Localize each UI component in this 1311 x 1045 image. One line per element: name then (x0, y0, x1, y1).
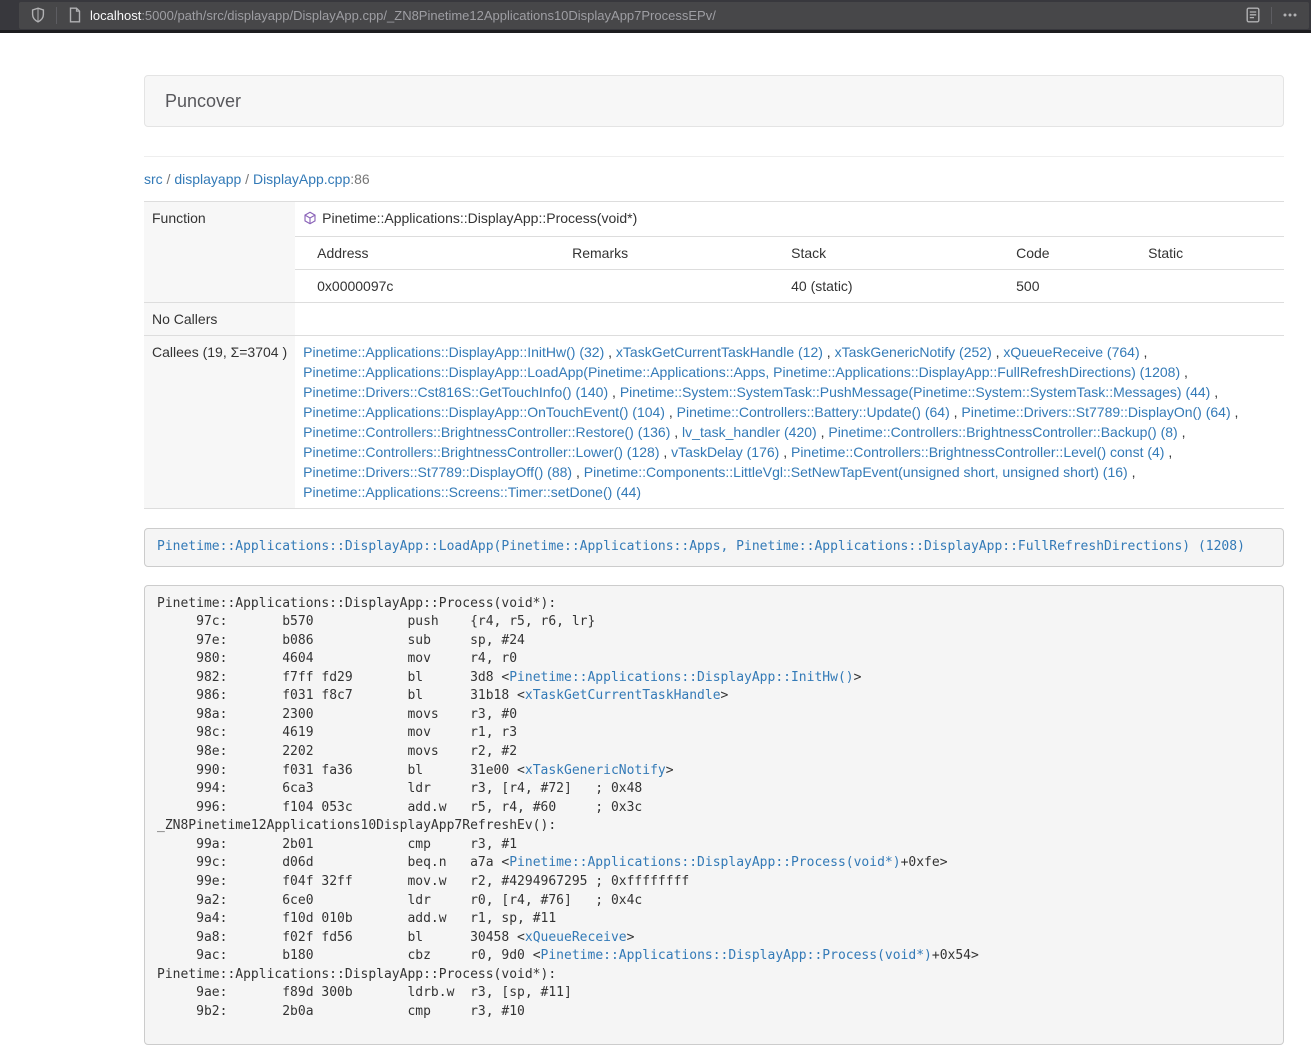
callers-cell (295, 303, 1284, 336)
column-header-address: Address (295, 237, 550, 270)
symbol-table: Function Pinetime::Applications::Display… (144, 201, 1284, 509)
url-host: localhost (90, 8, 141, 23)
callees-label: Callees (19, Σ=3704 ) (144, 336, 295, 509)
function-name: Pinetime::Applications::DisplayApp::Proc… (322, 210, 637, 226)
callee-link[interactable]: Pinetime::Controllers::Battery::Update()… (677, 404, 950, 420)
assembly-code: Pinetime::Applications::DisplayApp::Proc… (144, 585, 1284, 1045)
callee-link[interactable]: Pinetime::Drivers::St7789::DisplayOn() (… (961, 404, 1230, 420)
page-content: Puncover src / displayapp / DisplayApp.c… (144, 75, 1284, 1045)
static-value (1126, 270, 1284, 303)
callee-link[interactable]: vTaskDelay (176) (671, 444, 779, 460)
column-header-static: Static (1126, 237, 1284, 270)
symbol-link[interactable]: xQueueReceive (525, 930, 627, 945)
callee-link[interactable]: Pinetime::Drivers::St7789::DisplayOff() … (303, 464, 572, 480)
function-row: Function Pinetime::Applications::Display… (144, 202, 1284, 237)
browser-toolbar: localhost:5000/path/src/displayapp/Displ… (0, 0, 1311, 33)
highlighted-callee-box: Pinetime::Applications::DisplayApp::Load… (144, 528, 1284, 567)
symbol-link[interactable]: Pinetime::Applications::DisplayApp::Proc… (509, 855, 900, 870)
callee-link[interactable]: Pinetime::Controllers::BrightnessControl… (828, 424, 1177, 440)
callee-link[interactable]: Pinetime::Components::LittleVgl::SetNewT… (584, 464, 1128, 480)
symbol-link[interactable]: xTaskGenericNotify (525, 763, 666, 778)
code-value: 500 (994, 270, 1126, 303)
symbol-link[interactable]: Pinetime::Applications::DisplayApp::Init… (509, 670, 853, 685)
highlighted-callee-link[interactable]: Pinetime::Applications::DisplayApp::Load… (157, 539, 1245, 554)
callers-row: No Callers (144, 303, 1284, 336)
callee-link[interactable]: xTaskGetCurrentTaskHandle (12) (616, 344, 823, 360)
stack-value: 40 (static) (769, 270, 994, 303)
reader-mode-icon[interactable] (1242, 4, 1264, 26)
stats-value-row: 0x0000097c 40 (static) 500 (144, 270, 1284, 303)
breadcrumb: src / displayapp / DisplayApp.cpp:86 (144, 157, 1284, 201)
symbol-link[interactable]: Pinetime::Applications::DisplayApp::Proc… (541, 948, 932, 963)
callee-link[interactable]: lv_task_handler (420) (682, 424, 817, 440)
callee-link[interactable]: Pinetime::Applications::DisplayApp::Init… (303, 344, 604, 360)
urlbar-separator (56, 7, 57, 24)
stats-header-row: Address Remarks Stack Code Static (144, 237, 1284, 270)
breadcrumb-links: src / displayapp / DisplayApp.cpp (144, 171, 350, 187)
url-bar[interactable]: localhost:5000/path/src/displayapp/Displ… (19, 2, 1309, 29)
no-callers-label: No Callers (144, 303, 295, 336)
function-label: Function (144, 202, 295, 303)
callee-link[interactable]: xTaskGenericNotify (252) (835, 344, 992, 360)
callee-link[interactable]: Pinetime::Applications::Screens::Timer::… (303, 484, 641, 500)
page-title: Puncover (165, 91, 241, 111)
shield-icon[interactable] (27, 4, 49, 26)
url-text[interactable]: localhost:5000/path/src/displayapp/Displ… (90, 8, 1242, 23)
app-title-panel: Puncover (144, 75, 1284, 127)
page-actions-menu-icon[interactable] (1279, 4, 1301, 26)
remarks-value (550, 270, 769, 303)
column-header-code: Code (994, 237, 1126, 270)
callees-row: Callees (19, Σ=3704 ) Pinetime::Applicat… (144, 336, 1284, 509)
callee-link[interactable]: Pinetime::System::SystemTask::PushMessag… (620, 384, 1211, 400)
callee-link[interactable]: Pinetime::Applications::DisplayApp::OnTo… (303, 404, 665, 420)
column-header-remarks: Remarks (550, 237, 769, 270)
symbol-link[interactable]: xTaskGetCurrentTaskHandle (525, 688, 721, 703)
cube-icon (303, 210, 317, 230)
breadcrumb-link[interactable]: displayapp (174, 171, 241, 187)
urlbar-separator-right (1271, 7, 1272, 24)
callee-link[interactable]: Pinetime::Drivers::Cst816S::GetTouchInfo… (303, 384, 608, 400)
column-header-stack: Stack (769, 237, 994, 270)
callees-list: Pinetime::Applications::DisplayApp::Init… (295, 336, 1284, 509)
page-info-icon[interactable] (64, 4, 86, 26)
callee-link[interactable]: Pinetime::Controllers::BrightnessControl… (791, 444, 1164, 460)
callee-link[interactable]: Pinetime::Applications::DisplayApp::Load… (303, 364, 1180, 380)
breadcrumb-line-number: :86 (350, 171, 369, 187)
callee-link[interactable]: Pinetime::Controllers::BrightnessControl… (303, 444, 659, 460)
function-name-cell: Pinetime::Applications::DisplayApp::Proc… (295, 202, 1284, 237)
callee-link[interactable]: xQueueReceive (764) (1003, 344, 1139, 360)
breadcrumb-link[interactable]: src (144, 171, 163, 187)
callee-link[interactable]: Pinetime::Controllers::BrightnessControl… (303, 424, 670, 440)
breadcrumb-link[interactable]: DisplayApp.cpp (253, 171, 350, 187)
url-path: :5000/path/src/displayapp/DisplayApp.cpp… (141, 8, 716, 23)
address-value: 0x0000097c (295, 270, 550, 303)
